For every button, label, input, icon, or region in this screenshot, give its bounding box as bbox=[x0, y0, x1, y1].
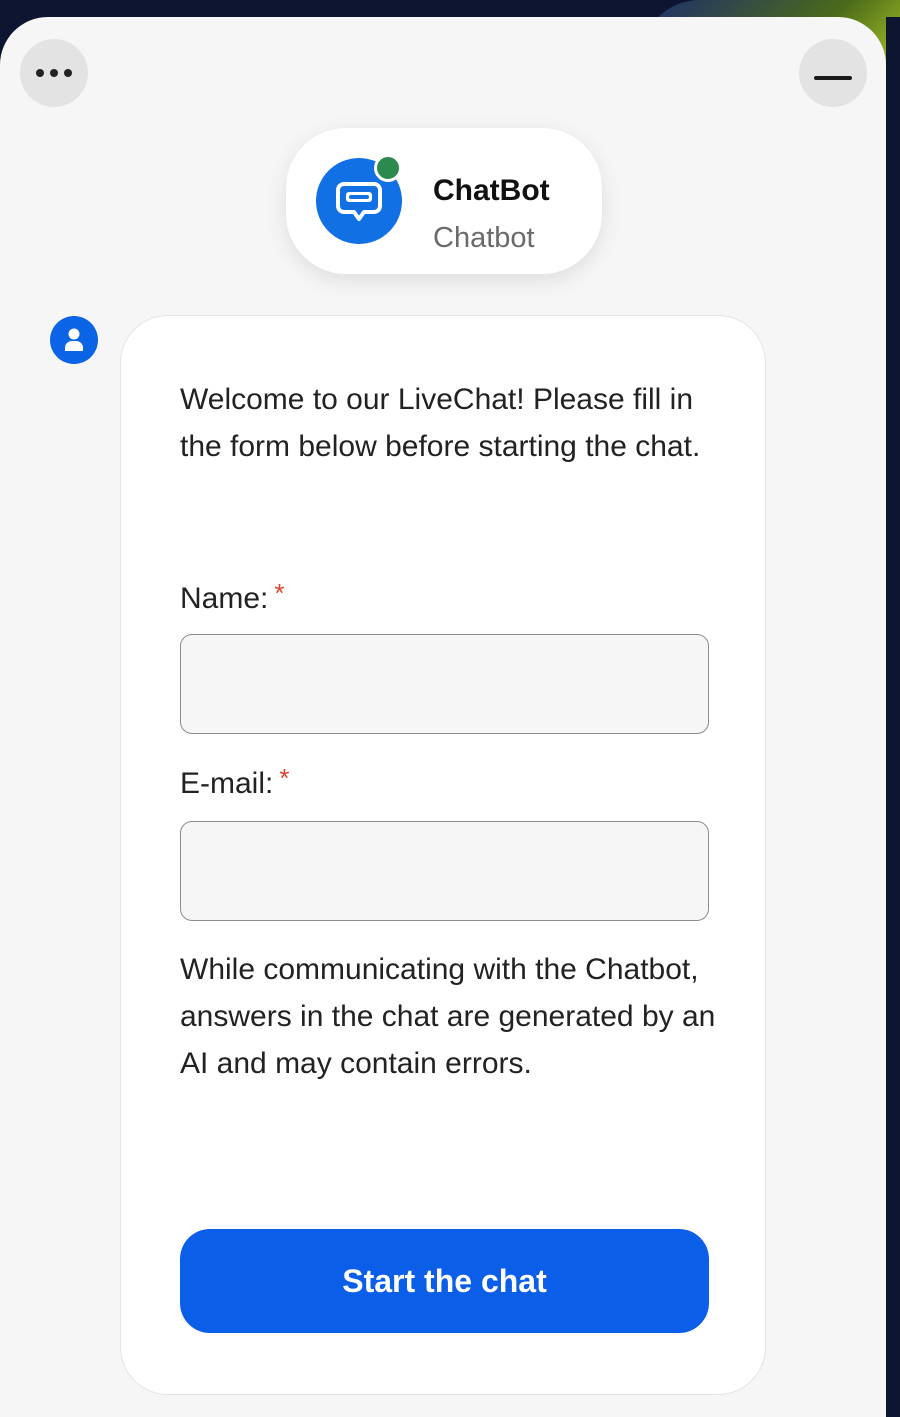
agent-role: Chatbot bbox=[433, 222, 535, 254]
ai-disclaimer: While communicating with the Chatbot, an… bbox=[180, 953, 716, 1080]
agent-name: ChatBot bbox=[433, 174, 550, 207]
agent-card: ChatBot Chatbot bbox=[286, 128, 602, 274]
chat-window: ChatBot Chatbot Welcome to our LiveChat!… bbox=[0, 17, 886, 1417]
minimize-icon bbox=[814, 76, 852, 80]
menu-button[interactable] bbox=[20, 39, 88, 107]
required-indicator: * bbox=[279, 763, 290, 793]
welcome-message: Welcome to our LiveChat! Please fill in … bbox=[180, 383, 701, 463]
user-icon bbox=[65, 328, 83, 351]
email-label: E-mail: * bbox=[180, 763, 290, 802]
name-input[interactable] bbox=[180, 634, 709, 734]
required-indicator: * bbox=[274, 578, 285, 608]
name-label: Name: * bbox=[180, 578, 285, 617]
prechat-form: Welcome to our LiveChat! Please fill in … bbox=[120, 315, 766, 1395]
online-status-dot bbox=[374, 154, 402, 182]
chat-bubble-icon bbox=[336, 182, 382, 221]
email-input[interactable] bbox=[180, 821, 709, 921]
user-avatar bbox=[50, 316, 98, 364]
email-label-text: E-mail: bbox=[180, 767, 274, 800]
minimize-button[interactable] bbox=[799, 39, 867, 107]
window-edge bbox=[886, 17, 900, 1403]
start-chat-button[interactable]: Start the chat bbox=[180, 1229, 709, 1333]
name-label-text: Name: bbox=[180, 582, 269, 615]
more-horizontal-icon bbox=[36, 69, 72, 77]
